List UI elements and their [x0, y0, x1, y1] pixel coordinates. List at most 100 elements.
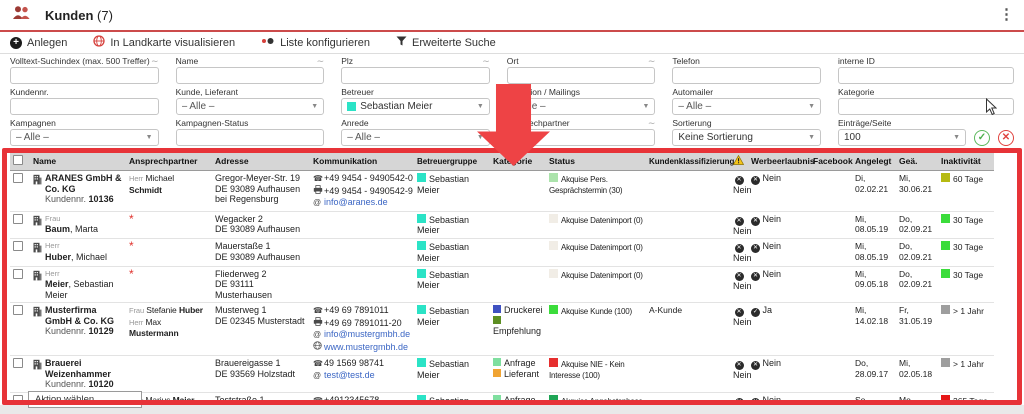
- anrede-select[interactable]: – Alle –▼: [341, 129, 490, 146]
- angelegt-date: Mi,08.05.19: [852, 239, 896, 267]
- filter-label: Plz: [341, 56, 353, 66]
- sortierung-select[interactable]: Keine Sortierung▼: [672, 129, 821, 146]
- geaendert-date: Mi,30.06.21: [896, 171, 938, 212]
- page-title: Kunden (7): [45, 8, 113, 23]
- ansprechpartner-input[interactable]: [507, 129, 656, 146]
- at-icon: @: [313, 198, 324, 209]
- row-checkbox[interactable]: [13, 214, 23, 224]
- no-icon: ✕: [751, 217, 760, 226]
- table-row[interactable]: HerrMeier, Sebastian Meier*Fliederweg 2D…: [10, 266, 994, 303]
- table-row[interactable]: HerrHuber, Michael*Mauerstaße 1DE 93089 …: [10, 239, 994, 267]
- kampagnen-status-input[interactable]: [176, 129, 325, 146]
- eintraege-select[interactable]: 100▼: [838, 129, 966, 146]
- salutation: Herr: [45, 241, 107, 252]
- ort-input[interactable]: [507, 67, 656, 84]
- yes-icon: ✓: [751, 308, 760, 317]
- werbeerlaubnis: ✕ Nein: [751, 241, 807, 253]
- kundenklassifizierung: A-Kunde: [646, 303, 730, 356]
- address-line: Musterweg 1: [215, 305, 307, 316]
- reset-filter-button[interactable]: ✕: [998, 130, 1014, 146]
- action-select[interactable]: Aktion wählen ⌄: [28, 391, 142, 408]
- automailer-select[interactable]: – Alle –▼: [672, 98, 821, 115]
- col-facebook[interactable]: Facebook: [810, 152, 852, 171]
- betreuer-select[interactable]: Sebastian Meier▼: [341, 98, 490, 115]
- col-ansprechpartner[interactable]: Ansprechpartner: [126, 152, 212, 171]
- filter-label: Ort: [507, 56, 519, 66]
- erweiterte-suche-button[interactable]: Erweiterte Suche: [396, 36, 496, 49]
- table-row[interactable]: FrauBaum, Marta*Wegacker 2DE 93089 Aufha…: [10, 211, 994, 239]
- facebook: [810, 239, 852, 267]
- name-input[interactable]: [176, 67, 325, 84]
- row-checkbox[interactable]: [13, 241, 23, 251]
- liste-konfigurieren-button[interactable]: Liste konfigurieren: [261, 36, 370, 49]
- filter-kampagnen: Kampagnen – Alle –▼: [10, 118, 159, 146]
- kategorie-input[interactable]: [838, 98, 1014, 115]
- col-inaktivitaet[interactable]: Inaktivität: [938, 152, 994, 171]
- col-betreuergruppe[interactable]: Betreuergruppe: [414, 152, 490, 171]
- color-swatch: [941, 214, 950, 223]
- email-link[interactable]: info@aranes.de: [324, 197, 388, 207]
- no-icon: ✕: [735, 308, 744, 317]
- col-angelegt[interactable]: Angelegt: [852, 152, 896, 171]
- email-link[interactable]: info@mustergmbh.de: [324, 329, 410, 339]
- col-kategorie[interactable]: Kategorie: [490, 152, 546, 171]
- table-row[interactable]: ARANES GmbH & Co. KGKundennr. 10136Herr …: [10, 171, 994, 212]
- comm-line: +49 69 7891011-20: [313, 317, 411, 330]
- color-swatch: [417, 358, 426, 367]
- sort-handle-icon[interactable]: ∼: [648, 56, 656, 66]
- contact-person: Herr Max Mustermann: [129, 317, 209, 339]
- select-all-checkbox[interactable]: [13, 155, 23, 165]
- sort-handle-icon[interactable]: ∼: [317, 56, 325, 66]
- sort-handle-icon[interactable]: ∼: [648, 118, 656, 128]
- anlegen-button[interactable]: + Anlegen: [10, 37, 67, 49]
- company-icon: [33, 269, 42, 301]
- selektion-select[interactable]: – Alle –▼: [507, 98, 656, 115]
- chevron-down-icon: ▼: [146, 134, 153, 141]
- color-swatch: [417, 269, 426, 278]
- row-checkbox[interactable]: [13, 395, 23, 405]
- website-link[interactable]: www.mustergmbh.de: [324, 342, 408, 352]
- row-checkbox[interactable]: [13, 269, 23, 279]
- col-kommunikation[interactable]: Kommunikation: [310, 152, 414, 171]
- row-checkbox[interactable]: [13, 173, 23, 183]
- sort-handle-icon[interactable]: ∼: [151, 56, 159, 66]
- sort-handle-icon[interactable]: ∼: [482, 56, 490, 66]
- filter-label: Anrede: [341, 118, 490, 128]
- table-row[interactable]: Brauerei WeizenhammerKundennr. 10120Brau…: [10, 356, 994, 393]
- filter-label: Automailer: [672, 87, 821, 97]
- email-link[interactable]: test@test.de: [324, 370, 375, 380]
- telefon-input[interactable]: [672, 67, 821, 84]
- col-geaendert[interactable]: Geä.: [896, 152, 938, 171]
- row-checkbox[interactable]: [13, 358, 23, 368]
- kebab-menu-icon[interactable]: ⋮: [999, 7, 1014, 23]
- plz-input[interactable]: [341, 67, 490, 84]
- interne-id-input[interactable]: [838, 67, 1014, 84]
- col-kundenklassifizierung[interactable]: Kundenklassifizierung: [646, 152, 730, 171]
- betreuergruppe: Sebastian Meier: [417, 241, 487, 263]
- kunde-lieferant-select[interactable]: – Alle –▼: [176, 98, 325, 115]
- customer-name: HerrHuber, Michael: [45, 241, 107, 262]
- kampagnen-select[interactable]: – Alle –▼: [10, 129, 159, 146]
- volltext-input[interactable]: [10, 67, 159, 84]
- row-checkbox[interactable]: [13, 305, 23, 315]
- filter-anrede: Anrede – Alle –▼: [341, 118, 490, 146]
- customer-name: Musterfirma GmbH & Co. KGKundennr. 10129: [45, 305, 123, 337]
- col-status[interactable]: Status: [546, 152, 646, 171]
- filter-ansprechpartner: ∼Ansprechpartner: [507, 118, 656, 146]
- col-name[interactable]: Name: [30, 152, 126, 171]
- landkarte-button[interactable]: In Landkarte visualisieren: [93, 35, 235, 50]
- customer-name: FrauBaum, Marta: [45, 214, 98, 235]
- customer-name: Brauerei WeizenhammerKundennr. 10120: [45, 358, 123, 390]
- color-swatch: [417, 214, 426, 223]
- kundennr-input[interactable]: [10, 98, 159, 115]
- company-icon: [33, 241, 42, 262]
- col-werbeerlaubnis[interactable]: Werbeerlaubnis: [748, 152, 810, 171]
- table-row[interactable]: Musterfirma GmbH & Co. KGKundennr. 10129…: [10, 303, 994, 356]
- customer-name: HerrMeier, Sebastian Meier: [45, 269, 123, 301]
- facebook: [810, 266, 852, 303]
- chevron-down-icon: ▼: [477, 103, 484, 110]
- col-adresse[interactable]: Adresse: [212, 152, 310, 171]
- kundenklassifizierung: [646, 239, 730, 267]
- apply-filter-button[interactable]: ✓: [974, 130, 990, 146]
- col-warning[interactable]: [730, 152, 748, 171]
